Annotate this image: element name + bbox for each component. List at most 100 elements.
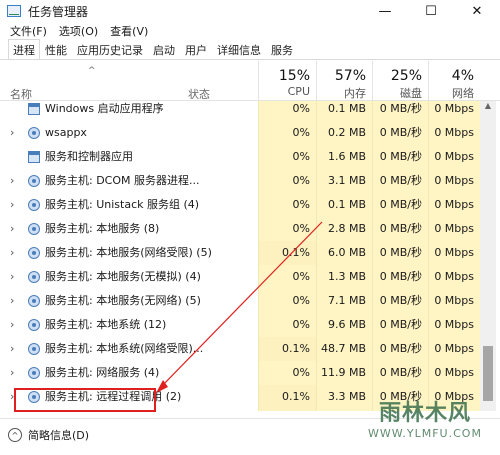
disk-cell: 0 MB/秒 xyxy=(372,217,428,241)
memory-cell: 0.1 MB xyxy=(316,101,372,121)
tab-users[interactable]: 用户 xyxy=(180,40,212,59)
expand-chevron-icon[interactable]: › xyxy=(10,361,14,385)
table-row[interactable]: › 服务主机: 本地系统(网络受限)... 0.1% 48.7 MB 0 MB/秒 0 M… xyxy=(0,337,480,361)
header-cpu[interactable]: 15% CPU xyxy=(258,61,316,101)
tab-processes[interactable]: 进程 xyxy=(8,39,40,59)
header-disk-label: 磁盘 xyxy=(400,87,422,100)
table-row[interactable]: › 服务主机: 本地服务 (8) 0% 2.8 MB 0 MB/秒 0 Mbps xyxy=(0,217,480,241)
minimize-button[interactable]: — xyxy=(362,0,408,22)
memory-cell: 0.1 MB xyxy=(316,193,372,217)
network-cell: 0 Mbps xyxy=(428,217,480,241)
tab-app-history[interactable]: 应用历史记录 xyxy=(72,40,148,59)
header-cpu-label: CPU xyxy=(287,85,310,98)
close-button[interactable]: ✕ xyxy=(454,0,500,22)
scroll-up-icon[interactable]: ▲ xyxy=(480,101,496,115)
expand-chevron-icon[interactable]: › xyxy=(10,289,14,313)
expand-chevron-icon[interactable]: › xyxy=(10,313,14,337)
cpu-cell: 0% xyxy=(258,193,316,217)
table-row[interactable]: › 服务主机: Unistack 服务组 (4) 0% 0.1 MB 0 MB/秒 0 M… xyxy=(0,193,480,217)
cpu-cell: 0.2% xyxy=(258,409,316,411)
expand-chevron-icon[interactable]: › xyxy=(10,265,14,289)
header-disk[interactable]: 25% 磁盘 xyxy=(372,61,428,101)
expand-chevron-icon[interactable]: › xyxy=(10,193,14,217)
tab-strip: 进程 性能 应用历史记录 启动 用户 详细信息 服务 xyxy=(0,39,500,60)
memory-cell: 3.1 MB xyxy=(316,169,372,193)
expand-chevron-icon[interactable]: › xyxy=(10,121,14,145)
header-network[interactable]: 4% 网络 xyxy=(428,61,480,101)
watermark-url: WWW.YLMFU.COM xyxy=(368,427,482,440)
header-name[interactable]: 名称 xyxy=(10,86,32,102)
scroll-thumb[interactable] xyxy=(483,346,493,401)
table-row[interactable]: › 服务主机: 本地服务(网络受限) (5) 0.1% 6.0 MB 0 MB/秒 0 M… xyxy=(0,241,480,265)
menu-options[interactable]: 选项(O) xyxy=(59,23,98,39)
menu-view[interactable]: 查看(V) xyxy=(110,23,148,39)
memory-cell: 2.8 MB xyxy=(316,217,372,241)
header-memory-percent: 57% xyxy=(334,68,366,84)
memory-cell: 7.1 MB xyxy=(316,289,372,313)
process-name: 服务主机: 本地系统 (12) xyxy=(45,318,167,331)
table-row[interactable]: › 服务主机: 本地系统 (12) 0% 9.6 MB 0 MB/秒 0 Mbps xyxy=(0,313,480,337)
network-cell: 0 Mbps xyxy=(428,361,480,385)
disk-cell: 0 MB/秒 xyxy=(372,265,428,289)
cpu-cell: 0% xyxy=(258,101,316,121)
fewer-details-button[interactable]: ^ 简略信息(D) xyxy=(8,424,89,446)
disk-cell: 0 MB/秒 xyxy=(372,313,428,337)
expand-chevron-icon[interactable]: › xyxy=(10,337,14,361)
header-memory[interactable]: 57% 内存 xyxy=(316,61,372,101)
header-network-label: 网络 xyxy=(452,87,474,100)
gear-icon xyxy=(28,175,40,187)
tab-details[interactable]: 详细信息 xyxy=(212,40,266,59)
memory-cell: 48.7 MB xyxy=(316,337,372,361)
header-network-percent: 4% xyxy=(451,68,474,84)
process-name: 服务主机: 本地服务(无模拟) (4) xyxy=(45,270,201,283)
vertical-scrollbar[interactable]: ▲ xyxy=(480,101,496,411)
process-list: Windows 启动应用程序 0% 0.1 MB 0 MB/秒 0 Mbps › wsapp… xyxy=(0,101,480,411)
expand-chevron-icon[interactable]: › xyxy=(10,217,14,241)
table-row[interactable]: Windows 启动应用程序 0% 0.1 MB 0 MB/秒 0 Mbps xyxy=(0,101,480,121)
cpu-cell: 0% xyxy=(258,169,316,193)
task-manager-icon xyxy=(6,3,22,19)
cpu-cell: 0.1% xyxy=(258,337,316,361)
process-name: 服务主机: Unistack 服务组 (4) xyxy=(45,198,200,211)
table-row[interactable]: › 服务主机: 本地服务(无模拟) (4) 0% 1.3 MB 0 MB/秒 0 Mbps xyxy=(0,265,480,289)
disk-cell: 0 MB/秒 xyxy=(372,101,428,121)
menu-bar: 文件(F) 选项(O) 查看(V) xyxy=(0,22,160,40)
watermark-logo: 雨林木风 WWW.YLMFU.COM xyxy=(360,395,490,451)
network-cell: 0 Mbps xyxy=(428,337,480,361)
maximize-button[interactable]: ☐ xyxy=(408,0,454,22)
disk-cell: 0 MB/秒 xyxy=(372,121,428,145)
memory-cell: 6.0 MB xyxy=(316,241,372,265)
cpu-cell: 0% xyxy=(258,361,316,385)
chevron-up-icon: ^ xyxy=(8,428,22,442)
cpu-cell: 0% xyxy=(258,217,316,241)
table-row[interactable]: › 服务主机: DCOM 服务器进程... 0% 3.1 MB 0 MB/秒 0 Mbps xyxy=(0,169,480,193)
table-row[interactable]: › 服务主机: 本地服务(无网络) (5) 0% 7.1 MB 0 MB/秒 0 Mbps xyxy=(0,289,480,313)
fewer-details-label: 简略信息(D) xyxy=(28,429,90,442)
expand-chevron-icon[interactable]: › xyxy=(10,169,14,193)
gear-icon xyxy=(28,223,40,235)
gear-icon xyxy=(28,343,40,355)
gear-icon xyxy=(28,247,40,259)
memory-cell: 0.2 MB xyxy=(316,121,372,145)
cpu-cell: 0% xyxy=(258,313,316,337)
menu-file[interactable]: 文件(F) xyxy=(10,23,47,39)
table-row[interactable]: › 服务主机: 网络服务 (4) 0% 11.9 MB 0 MB/秒 0 Mbps xyxy=(0,361,480,385)
disk-cell: 0 MB/秒 xyxy=(372,337,428,361)
disk-cell: 0 MB/秒 xyxy=(372,241,428,265)
table-row[interactable]: › wsappx 0% 0.2 MB 0 MB/秒 0 Mbps xyxy=(0,121,480,145)
gear-icon xyxy=(28,367,40,379)
process-name: 服务主机: 本地服务 (8) xyxy=(45,222,160,235)
process-name: 服务主机: 本地服务(无网络) (5) xyxy=(45,294,201,307)
tab-services[interactable]: 服务 xyxy=(266,40,298,59)
tab-performance[interactable]: 性能 xyxy=(40,40,72,59)
gear-icon xyxy=(28,127,40,139)
network-cell: 0 Mbps xyxy=(428,121,480,145)
header-status[interactable]: 状态 xyxy=(188,86,210,102)
tab-startup[interactable]: 启动 xyxy=(148,40,180,59)
expand-chevron-icon[interactable]: › xyxy=(10,241,14,265)
cpu-cell: 0.1% xyxy=(258,385,316,409)
process-name: 服务主机: 本地系统(网络受限)... xyxy=(45,342,204,355)
table-row[interactable]: 服务和控制器应用 0% 1.6 MB 0 MB/秒 0 Mbps xyxy=(0,145,480,169)
memory-cell: 9.6 MB xyxy=(316,313,372,337)
sort-caret-icon: ^ xyxy=(88,66,96,76)
